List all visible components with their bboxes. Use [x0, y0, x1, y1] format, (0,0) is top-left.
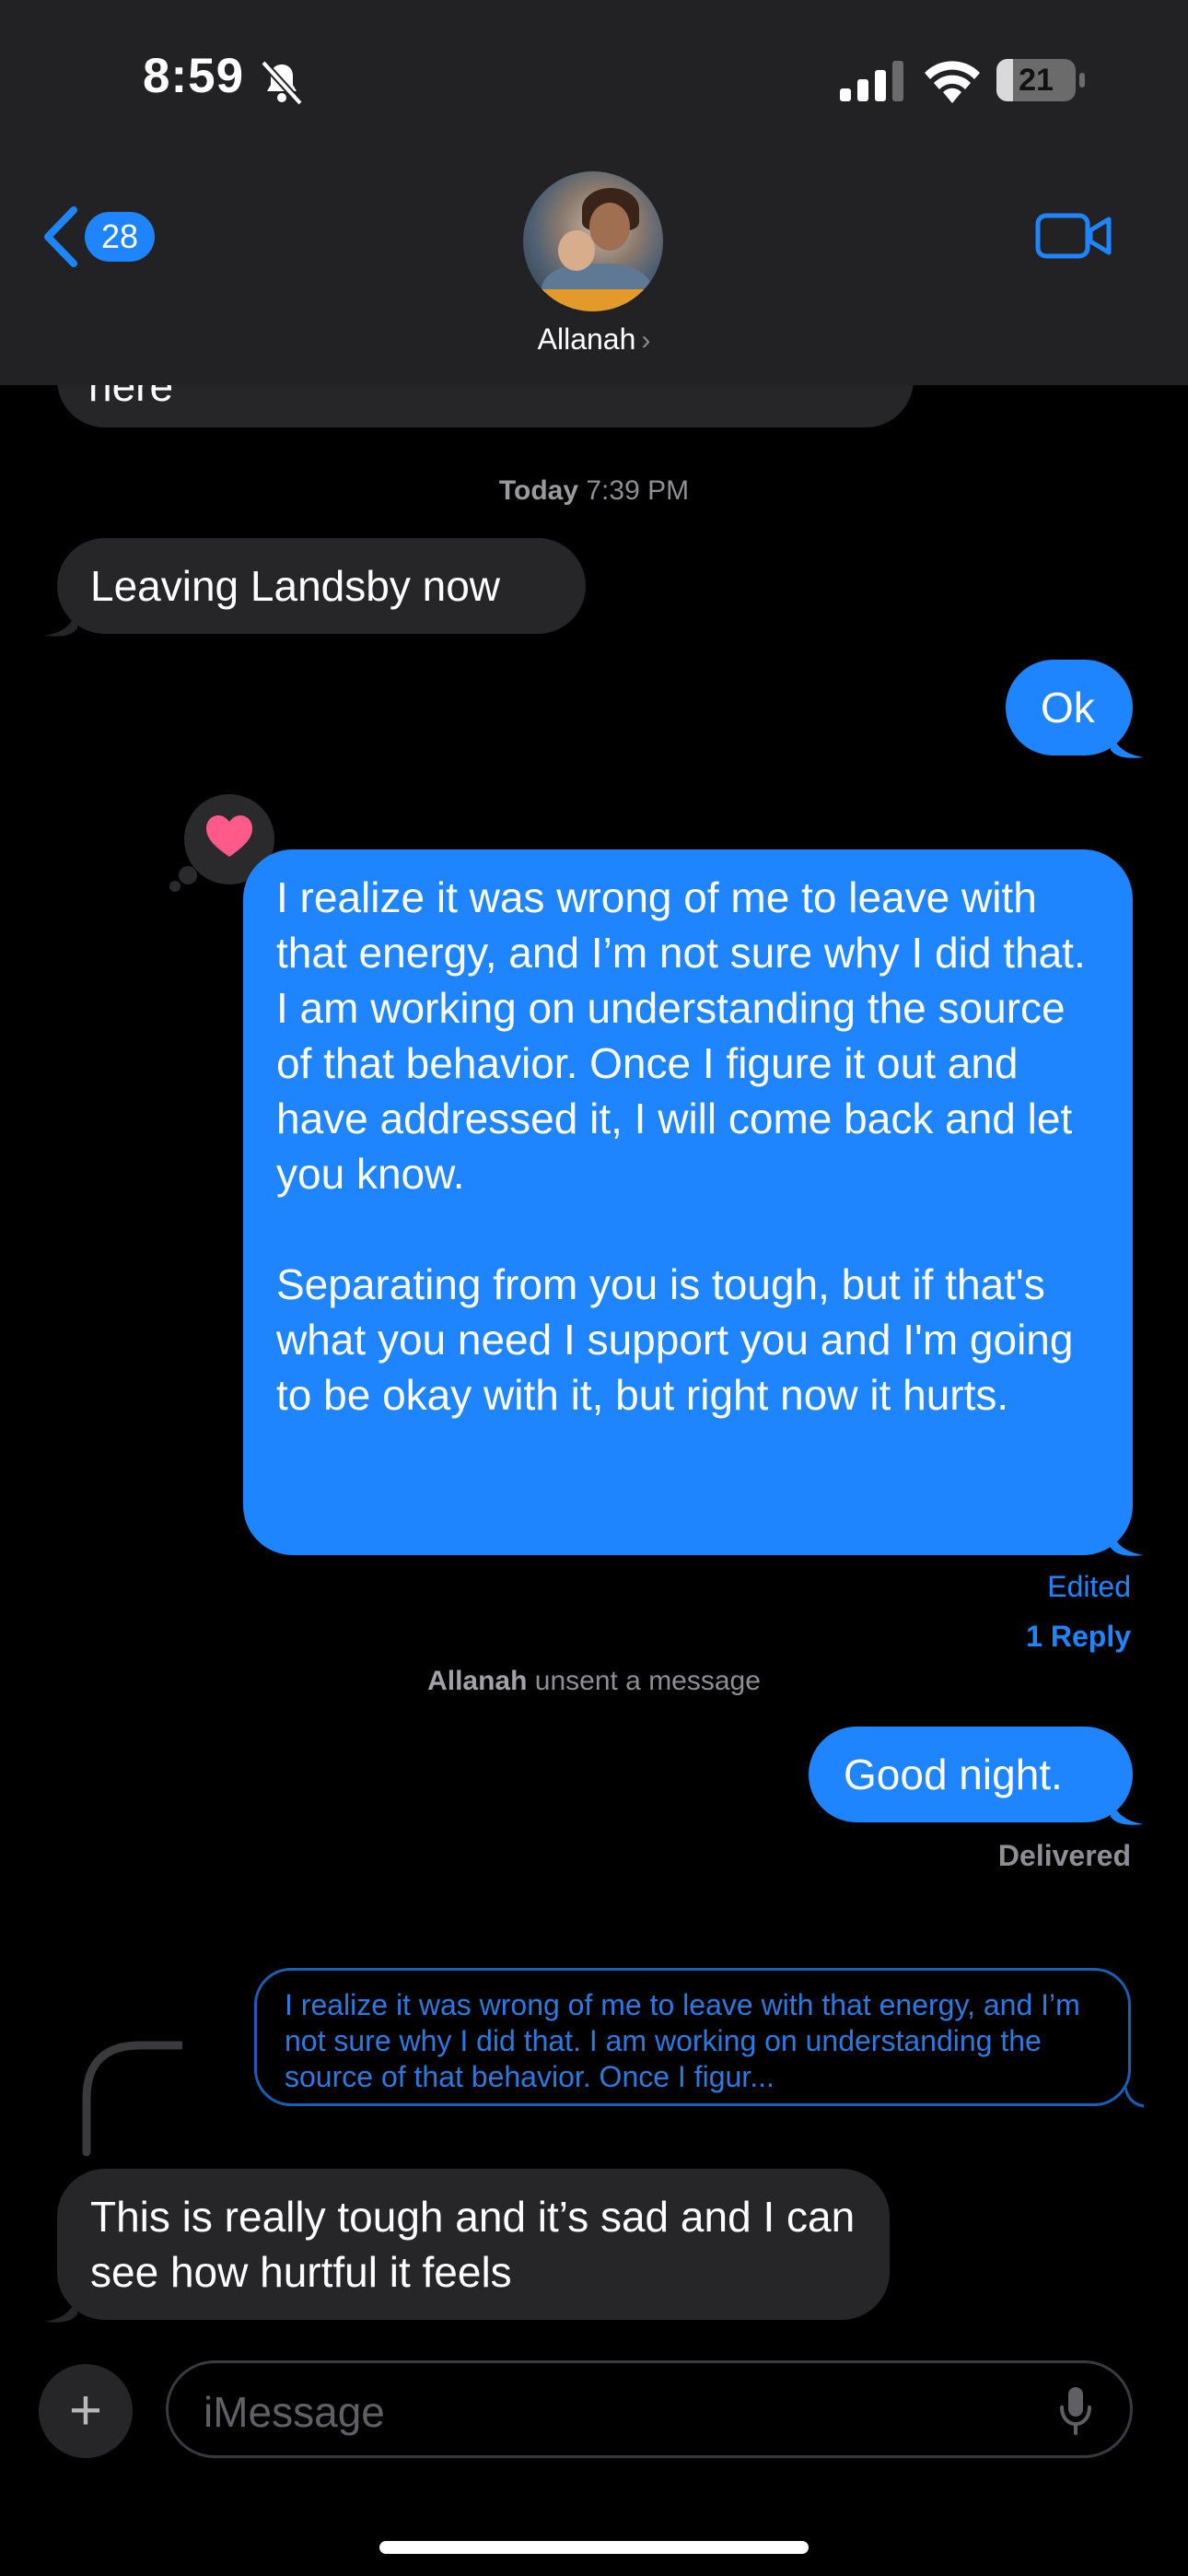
bell-slash-icon: [261, 60, 303, 106]
message-paragraph: I realize it was wrong of me to leave wi…: [276, 873, 1086, 1198]
bubble-tail: [44, 2287, 77, 2323]
quote-tail: [1125, 2088, 1145, 2108]
contact-name[interactable]: Allanah ›: [0, 322, 1188, 357]
add-attachment-button[interactable]: +: [39, 2364, 133, 2458]
cellular-signal-icon: [840, 61, 903, 101]
message-paragraph: Separating from you is tough, but if tha…: [276, 1260, 1074, 1419]
delivered-status: Delivered: [997, 1839, 1131, 1872]
battery-indicator: 21: [996, 59, 1085, 101]
timestamp-time: 7:39 PM: [586, 475, 690, 506]
wifi-icon: [925, 61, 980, 103]
unsent-notice: Allanah unsent a message: [0, 1666, 1188, 1697]
video-call-icon[interactable]: [1035, 210, 1112, 262]
bubble-tail: [1111, 1789, 1144, 1825]
heart-icon: [206, 815, 252, 857]
unsent-sender: Allanah: [427, 1666, 528, 1696]
unsent-text: unsent a message: [534, 1666, 761, 1696]
message-text: I realize it was wrong of me to leave wi…: [276, 870, 1105, 1423]
contact-name-label: Allanah: [537, 322, 636, 356]
bubble-tail: [1111, 1520, 1144, 1556]
message-timestamp: Today 7:39 PM: [0, 475, 1188, 507]
reply-count-link[interactable]: 1 Reply: [0, 1620, 1131, 1654]
outgoing-message-bubble[interactable]: I realize it was wrong of me to leave wi…: [243, 849, 1133, 1555]
timestamp-day: Today: [498, 475, 579, 506]
message-input-placeholder: iMessage: [204, 2388, 385, 2436]
reaction-tail-dot: [169, 881, 181, 892]
outgoing-message-bubble[interactable]: Good night.: [809, 1727, 1133, 1822]
conversation-header: 8:59 21 28 Allanah ›: [0, 0, 1188, 385]
incoming-message-bubble[interactable]: This is really tough and it’s sad and I …: [57, 2169, 890, 2320]
contact-avatar[interactable]: [523, 171, 663, 311]
bubble-tail: [44, 601, 77, 637]
battery-level: 21: [1019, 63, 1054, 98]
reply-thread-line: [82, 2041, 182, 2157]
message-text: Good night.: [844, 1751, 1063, 1798]
chevron-right-icon: ›: [641, 325, 651, 356]
message-text: This is really tough and it’s sad and I …: [90, 2193, 856, 2296]
microphone-icon[interactable]: [1058, 2385, 1093, 2437]
plus-icon: +: [68, 2379, 103, 2442]
message-text: Leaving Landsby now: [90, 562, 500, 610]
message-input[interactable]: iMessage: [166, 2360, 1133, 2458]
quoted-message-text: I realize it was wrong of me to leave wi…: [285, 1988, 1080, 2093]
quoted-message[interactable]: I realize it was wrong of me to leave wi…: [254, 1968, 1131, 2106]
edited-label[interactable]: Edited: [0, 1570, 1131, 1604]
message-text: Ok: [1041, 684, 1095, 732]
status-time: 8:59: [143, 49, 245, 103]
incoming-message-bubble[interactable]: Leaving Landsby now: [57, 538, 586, 634]
bubble-tail: [1111, 722, 1144, 758]
back-chevron-icon[interactable]: [41, 205, 83, 269]
back-unread-badge[interactable]: 28: [85, 212, 155, 262]
home-indicator[interactable]: [379, 2541, 809, 2554]
